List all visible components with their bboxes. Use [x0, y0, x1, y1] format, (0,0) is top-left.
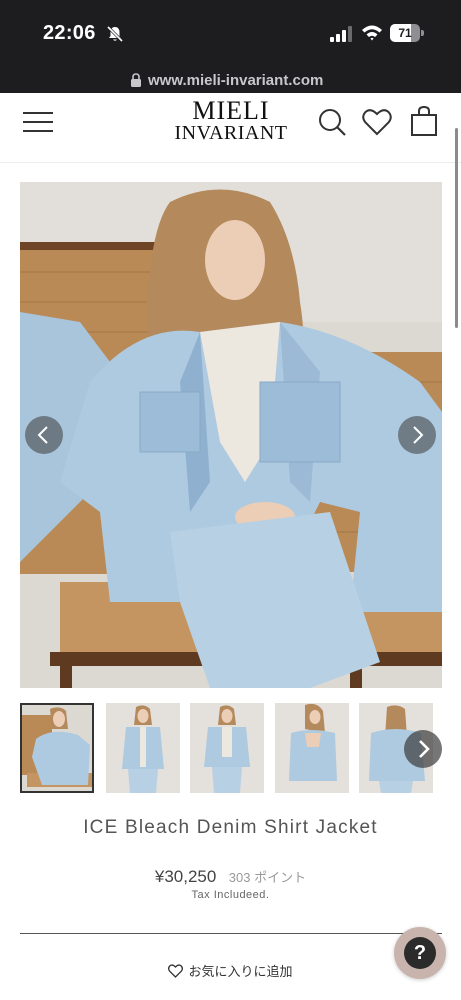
cellular-signal-icon [330, 26, 352, 42]
thumbnail-strip [20, 703, 442, 795]
heart-outline-icon [168, 964, 184, 978]
product-title: ICE Bleach Denim Shirt Jacket [83, 817, 378, 838]
thumbnail-2[interactable] [106, 703, 180, 793]
search-icon[interactable] [318, 108, 346, 136]
help-button[interactable]: ? [394, 927, 446, 979]
add-to-wishlist-button[interactable]: お気に入りに追加 [0, 961, 461, 980]
bell-slash-icon [106, 25, 124, 43]
cart-icon[interactable] [410, 106, 438, 136]
thumbnail-4[interactable] [275, 703, 349, 793]
product-main-image[interactable] [20, 182, 442, 688]
product-price: ¥30,250 [154, 867, 217, 886]
lock-icon [131, 73, 141, 87]
battery-level: 71 [398, 26, 412, 40]
product-points: 303 ポイント [228, 870, 307, 885]
site-logo[interactable]: MIELI INVARIANT [170, 96, 292, 144]
heart-icon[interactable] [362, 108, 392, 136]
thumbnail-1[interactable] [20, 703, 94, 793]
site-header: MIELI INVARIANT [0, 93, 461, 163]
url-bar[interactable]: www.mieli-invariant.com [0, 68, 461, 93]
gallery-prev-button[interactable] [25, 416, 63, 454]
gallery-next-button[interactable] [398, 416, 436, 454]
chevron-left-icon [37, 426, 48, 444]
url-text[interactable]: www.mieli-invariant.com [148, 72, 323, 89]
thumbnail-3[interactable] [190, 703, 264, 793]
chevron-right-icon [413, 426, 424, 444]
status-time: 22:06 [43, 22, 96, 44]
thumbnail-next-button[interactable] [404, 730, 442, 768]
help-icon: ? [404, 937, 436, 969]
divider [20, 933, 442, 934]
chevron-right-icon [419, 740, 430, 758]
wishlist-label: お気に入りに追加 [188, 964, 293, 979]
logo-line1: MIELI [192, 96, 270, 125]
status-bar: 22:06 71 [0, 0, 461, 68]
menu-icon[interactable] [22, 109, 54, 135]
logo-line2: INVARIANT [174, 122, 288, 144]
tax-note: Tax Includeed. [191, 889, 270, 901]
page-scrollbar[interactable] [455, 128, 458, 328]
battery-icon: 71 [390, 24, 424, 42]
wifi-icon [362, 25, 382, 41]
price-row: ¥30,250 303 ポイント [0, 867, 461, 887]
